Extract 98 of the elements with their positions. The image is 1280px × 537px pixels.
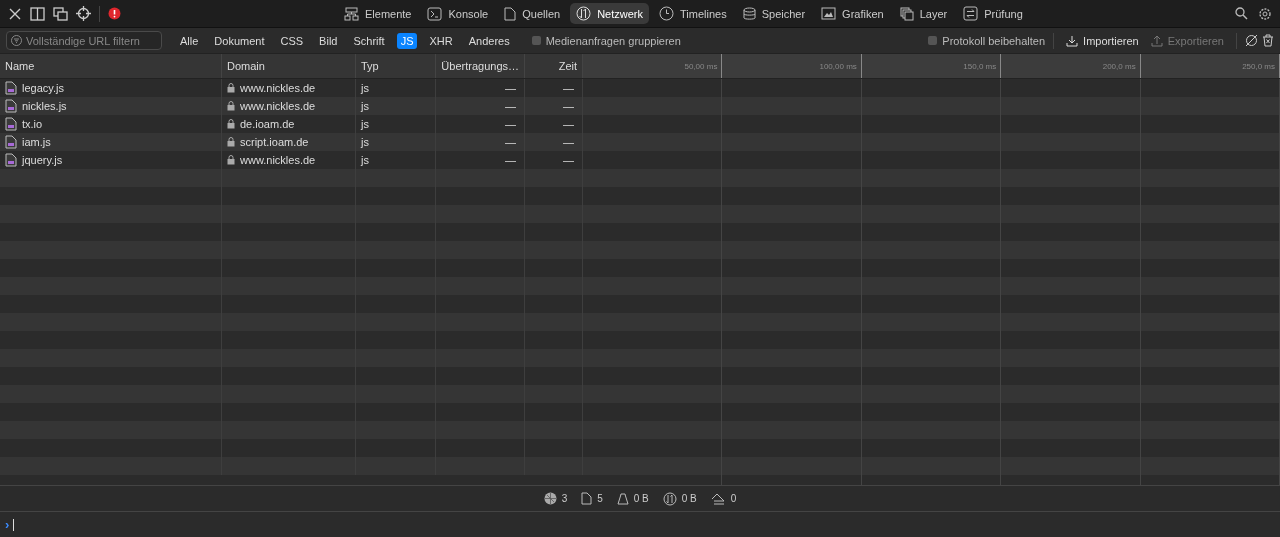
document-icon [504, 6, 517, 21]
transfer-text: — [505, 82, 516, 94]
time-text: — [563, 136, 574, 148]
clock-icon [659, 6, 674, 21]
layout-icon [344, 6, 359, 21]
type-filter[interactable]: JS [396, 32, 418, 49]
transfer-text: — [505, 118, 516, 130]
time-text: — [563, 82, 574, 94]
status-count: 0 B [681, 493, 697, 504]
js-file-icon [5, 81, 17, 95]
type-text: js [361, 136, 369, 148]
search-icon[interactable] [1235, 7, 1248, 20]
trash-icon[interactable] [1262, 34, 1274, 47]
tab[interactable]: Konsole [421, 3, 495, 24]
type-filter[interactable]: Anderes [464, 32, 514, 49]
lock-icon [227, 101, 235, 111]
time-tick-label: 200,0 ms [1001, 54, 1141, 78]
js-file-icon [5, 117, 17, 131]
status-count: 0 B [633, 493, 649, 504]
network-icon [662, 491, 677, 506]
domain-text: www.nickles.de [240, 82, 316, 94]
document-icon [581, 492, 593, 505]
type-filter[interactable]: XHR [425, 32, 457, 49]
tab[interactable]: Prüfung [957, 3, 1029, 24]
import-button[interactable]: Importieren [1062, 34, 1143, 47]
time-text: — [563, 154, 574, 166]
settings-icon[interactable] [1258, 6, 1272, 21]
tab[interactable]: Elemente [338, 3, 418, 24]
column-header[interactable]: Übertragungs… [436, 54, 525, 78]
url-filter-field[interactable]: Vollständige URL filtern [6, 31, 162, 50]
tab[interactable]: Layer [893, 3, 954, 24]
preserve-log-checkbox[interactable]: Protokoll beibehalten [928, 34, 1046, 47]
weight-icon [616, 492, 629, 505]
status-count: 5 [597, 493, 603, 504]
close-icon[interactable] [8, 6, 22, 21]
domain-text: de.ioam.de [240, 118, 295, 130]
file-name[interactable]: nickles.js [22, 100, 67, 112]
filter-icon [11, 35, 22, 46]
console-prompt: › [5, 517, 10, 532]
tab[interactable]: Netzwerk [570, 3, 649, 24]
lock-icon [227, 155, 235, 165]
tab[interactable]: Timelines [653, 3, 733, 24]
type-text: js [361, 82, 369, 94]
image-icon [821, 7, 837, 20]
swap-icon [963, 6, 979, 21]
text-cursor [13, 518, 15, 531]
column-header[interactable]: Domain [222, 54, 356, 78]
tab[interactable]: Speicher [736, 3, 812, 24]
time-text: — [563, 118, 574, 130]
lock-icon [227, 119, 235, 129]
split-view-icon[interactable] [30, 6, 45, 21]
checkbox[interactable] [531, 36, 541, 45]
network-icon [576, 6, 592, 21]
status-count: 3 [561, 493, 568, 504]
upload-icon [1150, 34, 1163, 47]
type-text: js [361, 118, 369, 130]
file-name[interactable]: tx.io [22, 118, 43, 130]
file-name[interactable]: legacy.js [22, 82, 64, 94]
time-tick-label: 150,0 ms [861, 54, 1002, 78]
lock-icon [227, 83, 235, 93]
group-media-checkbox[interactable]: Medienanfragen gruppieren [531, 34, 681, 47]
console-icon [427, 6, 443, 21]
download-icon [1066, 34, 1079, 47]
transfer-text: — [505, 136, 516, 148]
transfer-text: — [505, 154, 516, 166]
tab[interactable]: Quellen [498, 3, 567, 24]
error-icon[interactable] [108, 7, 121, 20]
type-filter[interactable]: Alle [176, 32, 203, 49]
column-header[interactable]: Name [0, 54, 222, 78]
type-filter[interactable]: CSS [276, 32, 308, 49]
file-name[interactable]: jquery.js [22, 154, 63, 166]
type-filter[interactable]: Bild [315, 32, 342, 49]
domain-text: www.nickles.de [240, 154, 316, 166]
domain-text: www.nickles.de [240, 100, 316, 112]
type-text: js [361, 100, 369, 112]
type-filter[interactable]: Schrift [349, 32, 389, 49]
database-icon [742, 6, 756, 21]
js-file-icon [5, 153, 17, 167]
windows-icon[interactable] [53, 6, 68, 21]
lock-icon [227, 137, 235, 147]
time-tick-label: 50,00 ms [583, 54, 723, 78]
crosshair-icon[interactable] [76, 6, 91, 21]
layers-icon [899, 6, 914, 21]
domain-text: script.ioam.de [240, 136, 309, 148]
column-header[interactable]: Typ [356, 54, 436, 78]
time-tick-label: 250,0 ms [1140, 54, 1280, 78]
transfer-text: — [505, 100, 516, 112]
type-text: js [361, 154, 369, 166]
redirect-icon [710, 492, 726, 505]
time-text: — [563, 100, 574, 112]
type-filter[interactable]: Dokument [210, 32, 269, 49]
file-name[interactable]: iam.js [22, 136, 51, 148]
tab[interactable]: Grafiken [815, 4, 890, 23]
globe-icon [543, 492, 557, 505]
status-count: 0 [730, 493, 737, 504]
checkbox[interactable] [928, 36, 938, 45]
time-tick-label: 100,00 ms [722, 54, 862, 78]
clear-network-icon[interactable] [1245, 34, 1258, 47]
